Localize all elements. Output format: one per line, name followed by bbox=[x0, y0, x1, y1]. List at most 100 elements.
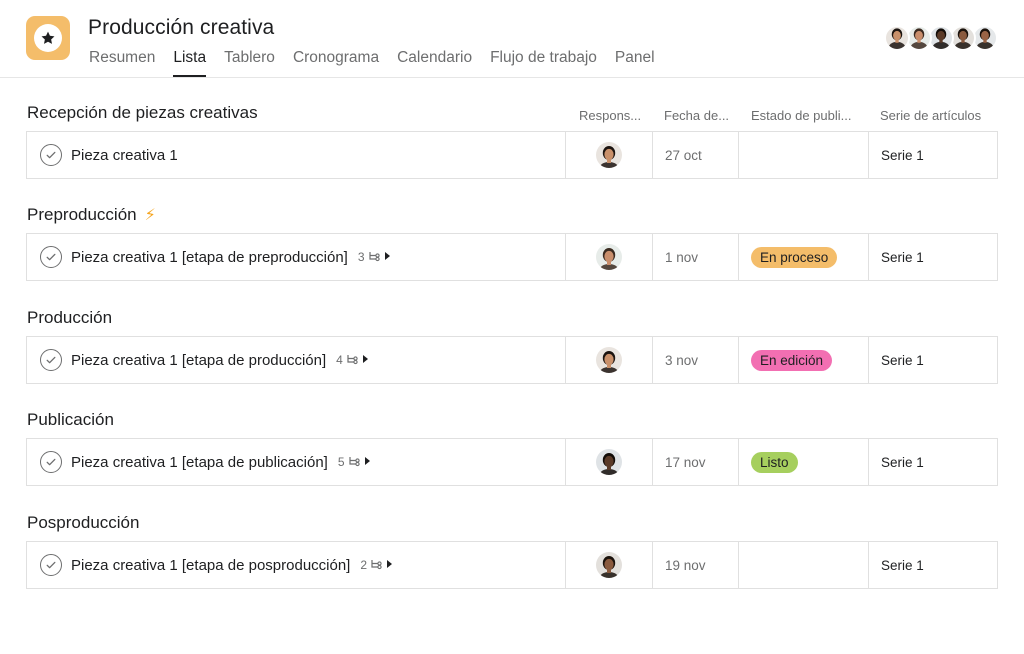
assignee-cell[interactable] bbox=[566, 337, 653, 383]
table-row[interactable]: Pieza creativa 1 [etapa de preproducción… bbox=[26, 233, 998, 281]
status-badge[interactable]: En edición bbox=[751, 349, 833, 371]
section-title-text: Preproducción bbox=[27, 205, 137, 224]
due-date-cell[interactable]: 19 nov bbox=[653, 542, 739, 588]
table-row[interactable]: Pieza creativa 1 27 oct Serie 1 bbox=[26, 131, 998, 179]
assignee-avatar[interactable] bbox=[596, 552, 622, 578]
due-date-cell[interactable]: 3 nov bbox=[653, 337, 739, 383]
tab-panel[interactable]: Panel bbox=[615, 49, 655, 77]
due-date-cell[interactable]: 17 nov bbox=[653, 439, 739, 485]
expand-caret-icon[interactable] bbox=[386, 558, 393, 572]
avatar-photo bbox=[599, 146, 619, 168]
task-cell[interactable]: Pieza creativa 1 [etapa de preproducción… bbox=[27, 234, 566, 280]
status-cell[interactable]: En edición bbox=[739, 337, 869, 383]
subtask-toggle[interactable]: 3 bbox=[358, 250, 391, 265]
task-cell[interactable]: Pieza creativa 1 [etapa de producción] 4 bbox=[27, 337, 566, 383]
column-header-date[interactable]: Fecha de... bbox=[664, 108, 729, 123]
series-cell[interactable]: Serie 1 bbox=[869, 542, 997, 588]
tab-calendario[interactable]: Calendario bbox=[397, 49, 472, 77]
task-cell[interactable]: Pieza creativa 1 [etapa de publicación] 5 bbox=[27, 439, 566, 485]
task-name[interactable]: Pieza creativa 1 [etapa de publicación] bbox=[71, 454, 328, 471]
avatar-photo bbox=[976, 28, 994, 49]
section-title[interactable]: Preproducción ⚡ bbox=[27, 205, 156, 225]
expand-caret-icon[interactable] bbox=[384, 250, 391, 264]
subtask-icon bbox=[348, 455, 361, 470]
tab-tablero[interactable]: Tablero bbox=[224, 49, 275, 77]
column-header-series[interactable]: Serie de artículos bbox=[880, 108, 981, 123]
project-members[interactable] bbox=[884, 25, 998, 51]
project-title: Producción creativa bbox=[88, 16, 275, 39]
assignee-cell[interactable] bbox=[566, 132, 653, 178]
tab-cronograma[interactable]: Cronograma bbox=[293, 49, 379, 77]
status-cell[interactable] bbox=[739, 542, 869, 588]
section-title[interactable]: Posproducción bbox=[27, 513, 139, 533]
complete-checkbox[interactable] bbox=[40, 451, 62, 473]
subtask-toggle[interactable]: 4 bbox=[336, 353, 369, 368]
project-header: Producción creativa Resumen Lista Tablero C… bbox=[0, 0, 1024, 78]
avatar-photo bbox=[599, 248, 619, 270]
project-icon-disc bbox=[34, 24, 62, 52]
assignee-avatar[interactable] bbox=[596, 449, 622, 475]
assignee-avatar[interactable] bbox=[596, 142, 622, 168]
task-name[interactable]: Pieza creativa 1 bbox=[71, 147, 178, 164]
expand-caret-icon[interactable] bbox=[364, 455, 371, 469]
complete-checkbox[interactable] bbox=[40, 246, 62, 268]
avatar-photo bbox=[954, 28, 972, 49]
view-tabs: Resumen Lista Tablero Cronograma Calendario F… bbox=[89, 49, 673, 77]
status-cell[interactable]: Listo bbox=[739, 439, 869, 485]
table-row[interactable]: Pieza creativa 1 [etapa de producción] 4 3… bbox=[26, 336, 998, 384]
avatar-photo bbox=[599, 351, 619, 373]
tab-lista[interactable]: Lista bbox=[173, 49, 206, 77]
series-cell[interactable]: Serie 1 bbox=[869, 132, 997, 178]
avatar-photo bbox=[932, 28, 950, 49]
subtask-icon bbox=[370, 558, 383, 573]
column-header-assignee[interactable]: Respons... bbox=[579, 108, 641, 123]
table-row[interactable]: Pieza creativa 1 [etapa de posproducción… bbox=[26, 541, 998, 589]
check-icon bbox=[46, 151, 56, 159]
status-badge[interactable]: Listo bbox=[751, 451, 798, 473]
tab-flujo-de-trabajo[interactable]: Flujo de trabajo bbox=[490, 49, 597, 77]
due-date-cell[interactable]: 27 oct bbox=[653, 132, 739, 178]
column-header-status[interactable]: Estado de publi... bbox=[751, 108, 851, 123]
subtask-count: 5 bbox=[337, 455, 345, 469]
series-cell[interactable]: Serie 1 bbox=[869, 234, 997, 280]
expand-caret-icon[interactable] bbox=[362, 353, 369, 367]
section-title-text: Recepción de piezas creativas bbox=[27, 103, 258, 122]
member-avatar[interactable] bbox=[884, 25, 910, 51]
tab-resumen[interactable]: Resumen bbox=[89, 49, 155, 77]
section-title[interactable]: Producción bbox=[27, 308, 112, 328]
avatar-photo bbox=[888, 28, 906, 49]
subtask-toggle[interactable]: 5 bbox=[338, 455, 371, 470]
task-cell[interactable]: Pieza creativa 1 [etapa de posproducción… bbox=[27, 542, 566, 588]
due-date-cell[interactable]: 1 nov bbox=[653, 234, 739, 280]
avatar-photo bbox=[599, 556, 619, 578]
complete-checkbox[interactable] bbox=[40, 144, 62, 166]
subtask-count: 4 bbox=[336, 353, 343, 367]
assignee-cell[interactable] bbox=[566, 234, 653, 280]
assignee-cell[interactable] bbox=[566, 439, 653, 485]
lightning-icon: ⚡ bbox=[144, 207, 156, 224]
status-cell[interactable] bbox=[739, 132, 869, 178]
complete-checkbox[interactable] bbox=[40, 554, 62, 576]
section-title[interactable]: Publicación bbox=[27, 410, 114, 430]
assignee-avatar[interactable] bbox=[596, 244, 622, 270]
assignee-cell[interactable] bbox=[566, 542, 653, 588]
check-icon bbox=[46, 561, 56, 569]
avatar-photo bbox=[910, 28, 928, 49]
assignee-avatar[interactable] bbox=[596, 347, 622, 373]
task-name[interactable]: Pieza creativa 1 [etapa de posproducción… bbox=[71, 557, 350, 574]
task-name[interactable]: Pieza creativa 1 [etapa de producción] bbox=[71, 352, 326, 369]
complete-checkbox[interactable] bbox=[40, 349, 62, 371]
task-cell[interactable]: Pieza creativa 1 bbox=[27, 132, 566, 178]
section-title[interactable]: Recepción de piezas creativas bbox=[27, 103, 258, 123]
status-cell[interactable]: En proceso bbox=[739, 234, 869, 280]
task-name[interactable]: Pieza creativa 1 [etapa de preproducción… bbox=[71, 249, 348, 266]
project-icon[interactable] bbox=[26, 16, 70, 60]
star-icon bbox=[41, 31, 55, 44]
section-title-text: Publicación bbox=[27, 410, 114, 429]
table-row[interactable]: Pieza creativa 1 [etapa de publicación] 5… bbox=[26, 438, 998, 486]
status-badge[interactable]: En proceso bbox=[751, 246, 838, 268]
subtask-count: 3 bbox=[357, 250, 365, 264]
series-cell[interactable]: Serie 1 bbox=[869, 337, 997, 383]
subtask-toggle[interactable]: 2 bbox=[360, 558, 393, 573]
series-cell[interactable]: Serie 1 bbox=[869, 439, 997, 485]
